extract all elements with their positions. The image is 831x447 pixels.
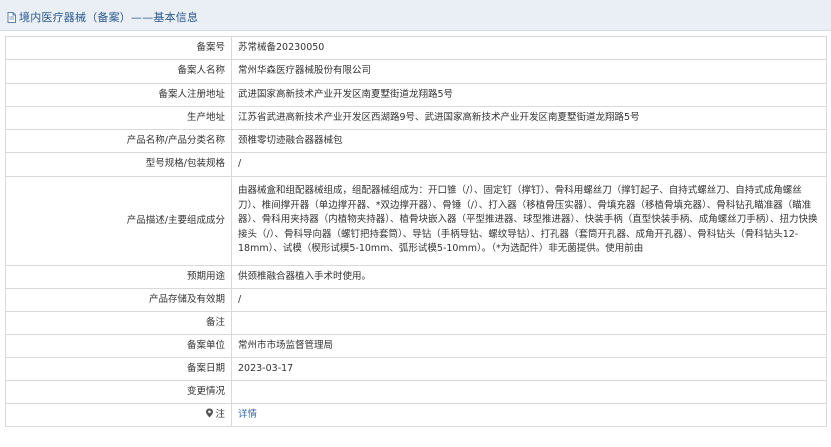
page-header: 境内医疗器械（备案）——基本信息 bbox=[0, 0, 831, 31]
table-row: 产品名称/产品分类名称 颈椎零切迹融合器器械包 bbox=[5, 129, 827, 153]
table-row: 生产地址 江苏省武进高新技术产业开发区西湖路9号、武进国家高新技术产业开发区南夏… bbox=[5, 106, 827, 130]
detail-cell: 详情 bbox=[231, 403, 827, 427]
info-table: 备案号 苏常械备20230050 备案人名称 常州华森医疗器械股份有限公司 备案… bbox=[5, 36, 827, 427]
table-row: 预期用途 供颈椎融合器植入手术时使用。 bbox=[5, 265, 827, 289]
document-icon bbox=[6, 11, 17, 23]
detail-label-text: 注 bbox=[215, 408, 225, 420]
row-label: 产品名称/产品分类名称 bbox=[5, 129, 232, 153]
row-value: 由器械盒和组配器械组成，组配器械组成为：开口锥（/）、固定钉（撑钉）、骨科用螺丝… bbox=[231, 176, 827, 266]
page-title: 境内医疗器械（备案）——基本信息 bbox=[19, 11, 199, 24]
table-row: 变更情况 bbox=[5, 380, 827, 404]
row-value: 常州华森医疗器械股份有限公司 bbox=[231, 59, 827, 84]
row-label: 型号规格/包装规格 bbox=[5, 152, 232, 177]
row-label: 产品存储及有效期 bbox=[5, 288, 232, 312]
row-value: 江苏省武进高新技术产业开发区西湖路9号、武进国家高新技术产业开发区南夏墅街道龙翔… bbox=[231, 106, 827, 130]
row-value: 供颈椎融合器植入手术时使用。 bbox=[231, 265, 827, 289]
table-row: 型号规格/包装规格 / bbox=[5, 152, 827, 177]
table-row: 产品描述/主要组成成分 由器械盒和组配器械组成，组配器械组成为：开口锥（/）、固… bbox=[5, 176, 827, 266]
detail-row: 注 详情 bbox=[5, 403, 827, 427]
table-row: 备注 bbox=[5, 311, 827, 335]
row-label: 备注 bbox=[5, 311, 232, 335]
row-label: 备案单位 bbox=[5, 334, 232, 358]
row-label: 生产地址 bbox=[5, 106, 232, 130]
header-title-group: 境内医疗器械（备案）——基本信息 bbox=[6, 9, 198, 25]
table-row: 备案单位 常州市市场监督管理局 bbox=[5, 334, 827, 358]
table-row: 备案号 苏常械备20230050 bbox=[5, 36, 827, 60]
table-row: 产品存储及有效期 / bbox=[5, 288, 827, 312]
row-label: 备案人注册地址 bbox=[5, 83, 232, 107]
row-value: 颈椎零切迹融合器器械包 bbox=[231, 129, 827, 153]
row-value: 苏常械备20230050 bbox=[231, 36, 827, 60]
row-label: 预期用途 bbox=[5, 265, 232, 289]
row-value bbox=[231, 311, 827, 335]
detail-row-label: 注 bbox=[5, 403, 232, 427]
row-value: 常州市市场监督管理局 bbox=[231, 334, 827, 358]
details-link[interactable]: 详情 bbox=[238, 409, 257, 420]
table-row: 备案人注册地址 武进国家高新技术产业开发区南夏墅街道龙翔路5号 bbox=[5, 83, 827, 107]
row-label: 变更情况 bbox=[5, 380, 232, 404]
table-row: 备案日期 2023-03-17 bbox=[5, 357, 827, 381]
location-marker-icon bbox=[205, 408, 214, 418]
row-value: 2023-03-17 bbox=[231, 357, 827, 381]
row-label: 备案日期 bbox=[5, 357, 232, 381]
row-value: / bbox=[231, 288, 827, 312]
table-row: 备案人名称 常州华森医疗器械股份有限公司 bbox=[5, 59, 827, 84]
row-value bbox=[231, 380, 827, 404]
row-label: 产品描述/主要组成成分 bbox=[5, 176, 232, 266]
row-label: 备案号 bbox=[5, 36, 232, 60]
row-label: 备案人名称 bbox=[5, 59, 232, 84]
row-value: / bbox=[231, 152, 827, 177]
row-value: 武进国家高新技术产业开发区南夏墅街道龙翔路5号 bbox=[231, 83, 827, 107]
